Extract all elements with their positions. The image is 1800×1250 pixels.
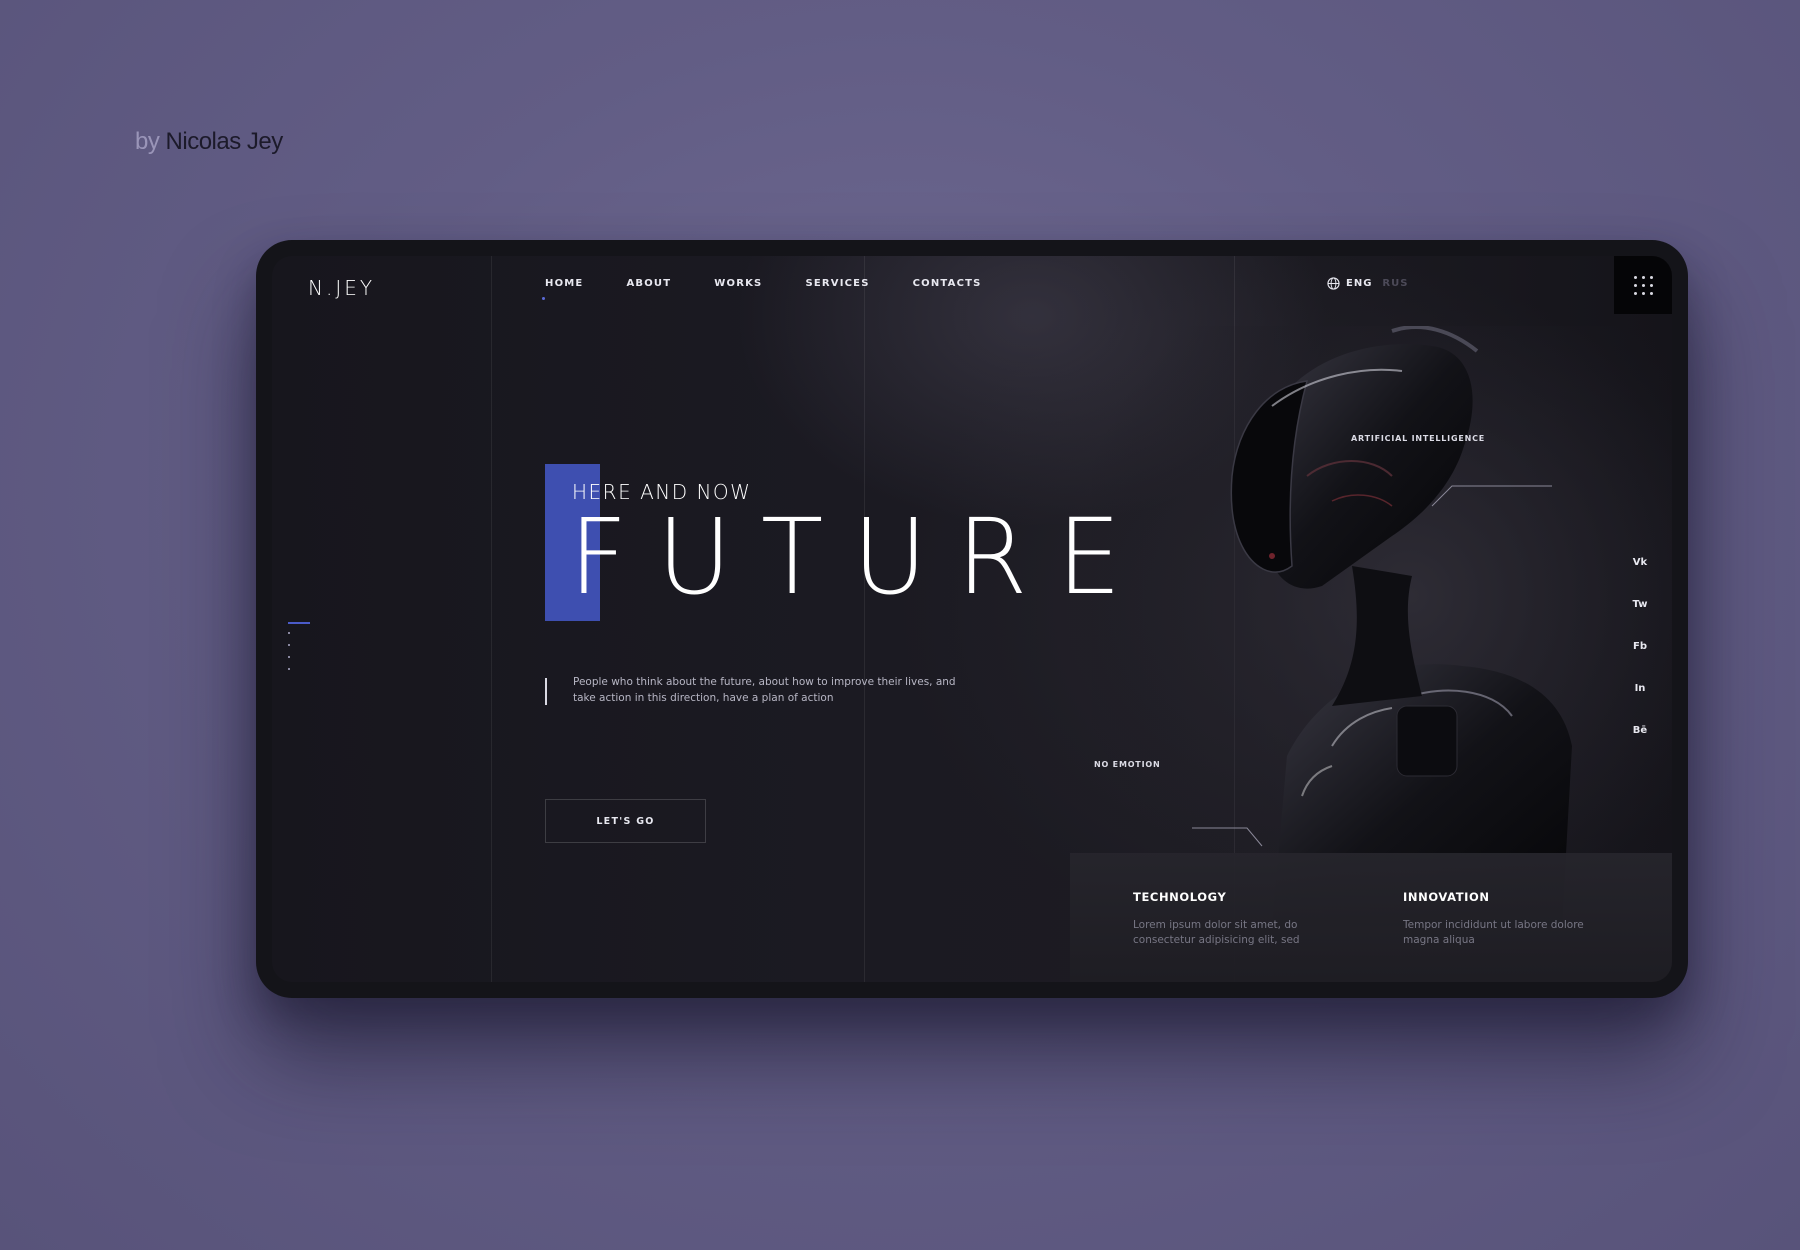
credit-prefix: by — [135, 128, 160, 155]
active-nav-indicator — [542, 297, 545, 300]
nav-item-home[interactable]: HOME — [545, 278, 583, 289]
feature-title: TECHNOLOGY — [1133, 890, 1227, 904]
description-marker — [545, 678, 547, 705]
social-link-twitter[interactable]: Tw — [1620, 598, 1660, 640]
globe-icon — [1327, 277, 1340, 290]
grid-line — [864, 256, 865, 982]
slide-indicator-dot[interactable] — [288, 656, 290, 658]
language-switcher: ENG RUS — [1327, 277, 1408, 290]
nav-item-about[interactable]: ABOUT — [626, 278, 671, 289]
slide-indicator-dot[interactable] — [288, 644, 290, 646]
feature-innovation: INNOVATION Tempor incididunt ut labore d… — [1403, 890, 1593, 948]
feature-title: INNOVATION — [1403, 890, 1490, 904]
grid-menu-icon — [1633, 283, 1637, 287]
social-link-instagram[interactable]: In — [1620, 682, 1660, 724]
social-link-vk[interactable]: Vk — [1620, 556, 1660, 598]
hero-headline: FUTURE — [569, 496, 1151, 618]
language-option-eng[interactable]: ENG — [1346, 278, 1372, 289]
feature-text: Tempor incididunt ut labore dolore magna… — [1403, 919, 1584, 946]
annotation-artificial-intelligence: ARTIFICIAL INTELLIGENCE — [1351, 434, 1486, 443]
slide-indicator-active[interactable] — [288, 622, 310, 624]
nav-item-works[interactable]: WORKS — [714, 278, 762, 289]
annotation-no-emotion: NO EMOTION — [1094, 760, 1161, 769]
social-link-facebook[interactable]: Fb — [1620, 640, 1660, 682]
nav-item-services[interactable]: SERVICES — [805, 278, 869, 289]
grid-menu-button[interactable] — [1614, 256, 1672, 314]
grid-menu-icon — [1649, 283, 1653, 287]
site-logo[interactable]: N.JEY — [308, 276, 375, 300]
slide-indicator-dot[interactable] — [288, 668, 290, 670]
slide-pagination — [288, 622, 310, 680]
social-links: Vk Tw Fb In Bē — [1620, 556, 1660, 766]
designer-credit: by Nicolas Jey — [135, 128, 283, 156]
grid-menu-icon — [1641, 275, 1645, 279]
device-frame: N.JEY HOME ABOUT WORKS SERVICES CONTACTS… — [256, 240, 1688, 998]
language-option-rus[interactable]: RUS — [1382, 278, 1408, 289]
grid-menu-icon — [1649, 275, 1653, 279]
lets-go-button[interactable]: LET'S GO — [545, 799, 706, 843]
main-navigation: HOME ABOUT WORKS SERVICES CONTACTS — [545, 278, 1025, 289]
grid-menu-icon — [1633, 275, 1637, 279]
credit-author: Nicolas Jey — [165, 128, 284, 155]
hero-description: People who think about the future, about… — [573, 676, 956, 704]
grid-menu-icon — [1633, 291, 1637, 295]
features-panel: TECHNOLOGY Lorem ipsum dolor sit amet, d… — [1070, 853, 1672, 982]
social-link-behance[interactable]: Bē — [1620, 724, 1660, 766]
grid-menu-icon — [1641, 283, 1645, 287]
slide-indicator-dot[interactable] — [288, 632, 290, 634]
feature-technology: TECHNOLOGY Lorem ipsum dolor sit amet, d… — [1133, 890, 1323, 948]
nav-item-contacts[interactable]: CONTACTS — [913, 278, 982, 289]
grid-line — [491, 256, 492, 982]
robot-figure-image — [1092, 326, 1672, 926]
feature-text: Lorem ipsum dolor sit amet, do consectet… — [1133, 919, 1300, 946]
grid-menu-icon — [1649, 291, 1653, 295]
website-screen: N.JEY HOME ABOUT WORKS SERVICES CONTACTS… — [272, 256, 1672, 982]
grid-menu-icon — [1641, 291, 1645, 295]
